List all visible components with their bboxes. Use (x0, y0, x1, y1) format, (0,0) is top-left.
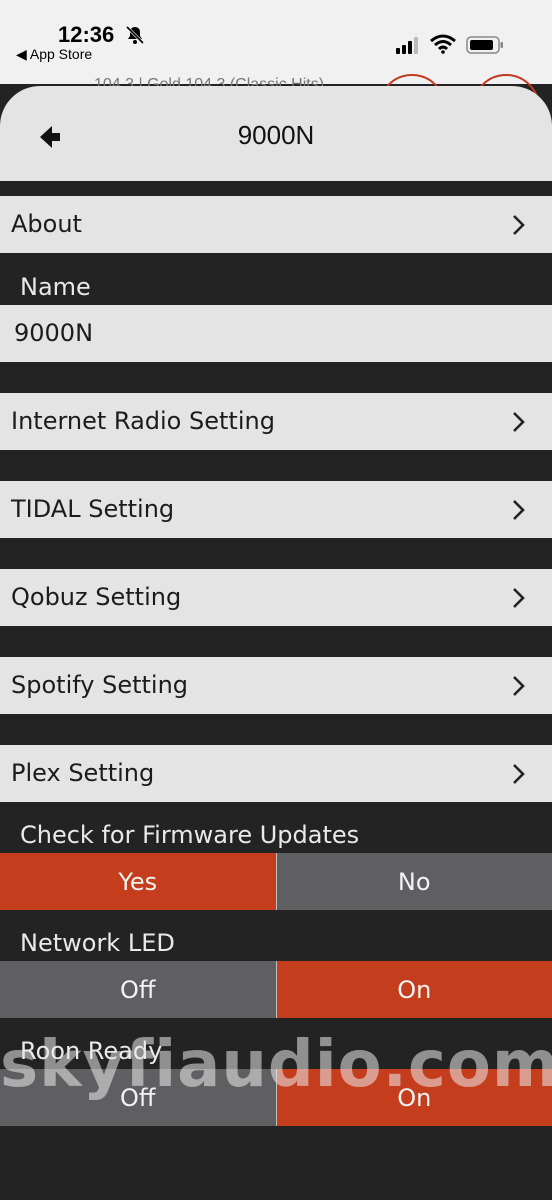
tidal-setting-row[interactable]: TIDAL Setting (0, 481, 552, 538)
chevron-right-icon (513, 676, 525, 696)
network-led-label: Network LED (20, 929, 175, 957)
name-section-label: Name (20, 273, 91, 301)
nav-bar: 9000N (0, 86, 552, 181)
cellular-signal-icon (396, 37, 418, 54)
internet-radio-setting-row[interactable]: Internet Radio Setting (0, 393, 552, 450)
firmware-updates-toggle: Yes No (0, 853, 552, 910)
status-time: 12:36 (58, 22, 115, 47)
qobuz-setting-row[interactable]: Qobuz Setting (0, 569, 552, 626)
qobuz-setting-label: Qobuz Setting (11, 583, 182, 611)
about-row[interactable]: About (0, 196, 552, 253)
back-to-app-store-link[interactable]: ◀ App Store (16, 46, 92, 63)
network-led-off-button[interactable]: Off (0, 961, 277, 1018)
spotify-setting-row[interactable]: Spotify Setting (0, 657, 552, 714)
network-led-on-button[interactable]: On (276, 961, 552, 1018)
plex-setting-label: Plex Setting (11, 759, 155, 787)
battery-icon (466, 36, 503, 54)
name-field[interactable]: 9000N (0, 305, 552, 362)
spotify-setting-label: Spotify Setting (11, 671, 189, 699)
watermark: skyfiaudio.com (0, 1028, 552, 1102)
chevron-right-icon (513, 588, 525, 608)
firmware-updates-label: Check for Firmware Updates (20, 821, 360, 849)
about-label: About (11, 210, 82, 238)
chevron-right-icon (513, 215, 525, 235)
chevron-right-icon (513, 412, 525, 432)
chevron-right-icon (513, 500, 525, 520)
firmware-no-button[interactable]: No (276, 853, 552, 910)
status-bar: 12:36 ◀ App Store 104.3 | Gold 104.3 (Cl… (0, 0, 552, 142)
name-value: 9000N (14, 319, 94, 347)
firmware-yes-button[interactable]: Yes (0, 853, 277, 910)
page-title: 9000N (237, 120, 315, 150)
network-led-toggle: Off On (0, 961, 552, 1018)
plex-setting-row[interactable]: Plex Setting (0, 745, 552, 802)
wifi-icon (430, 34, 456, 54)
chevron-right-icon (513, 764, 525, 784)
bell-muted-icon (125, 25, 145, 45)
internet-radio-setting-label: Internet Radio Setting (11, 407, 275, 435)
tidal-setting-label: TIDAL Setting (11, 495, 175, 523)
